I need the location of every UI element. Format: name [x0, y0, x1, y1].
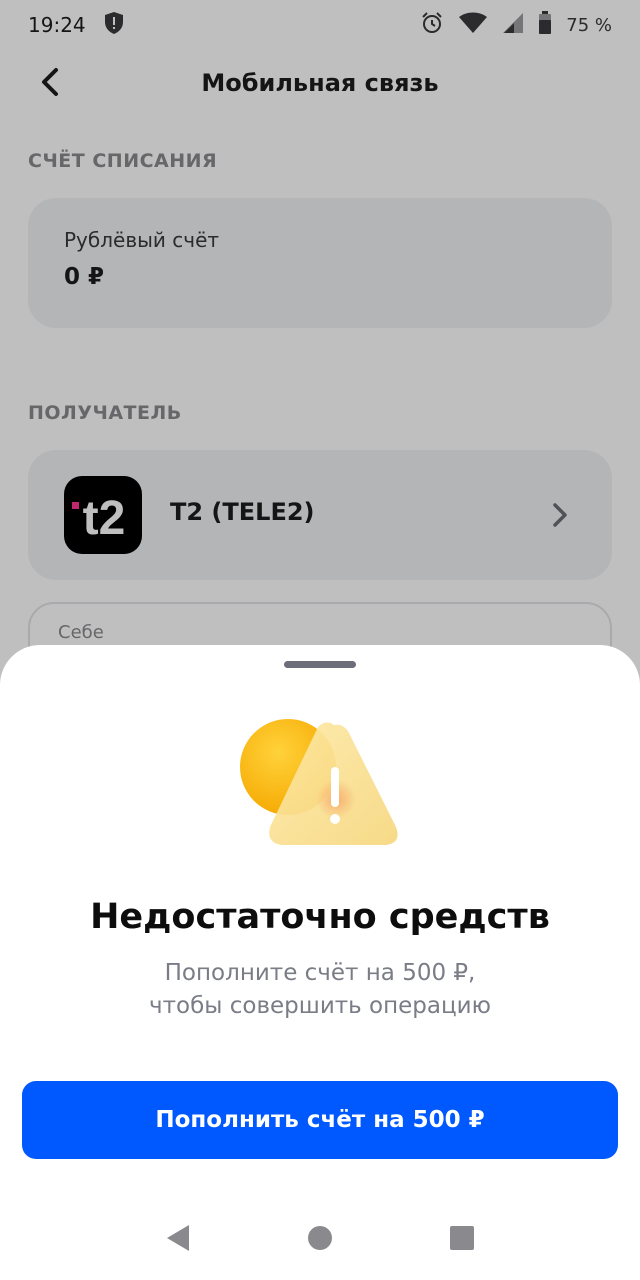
sheet-title: Недостаточно средств — [90, 897, 550, 937]
sheet-message-line-1: Пополните счёт на 500 ₽, — [164, 960, 476, 986]
back-triangle-icon[interactable] — [165, 1223, 191, 1257]
sheet-drag-handle[interactable] — [284, 661, 356, 668]
home-circle-icon[interactable] — [307, 1225, 333, 1255]
insufficient-funds-sheet: Недостаточно средств Пополните счёт на 5… — [0, 645, 640, 1280]
sheet-message-line-2: чтобы совершить операцию — [149, 993, 491, 1019]
warning-icon — [236, 717, 404, 857]
topup-button[interactable]: Пополнить счёт на 500 ₽ — [22, 1081, 618, 1159]
sheet-message: Пополните счёт на 500 ₽, чтобы совершить… — [60, 957, 580, 1023]
recents-square-icon[interactable] — [449, 1225, 475, 1255]
system-nav-bar — [0, 1200, 640, 1280]
